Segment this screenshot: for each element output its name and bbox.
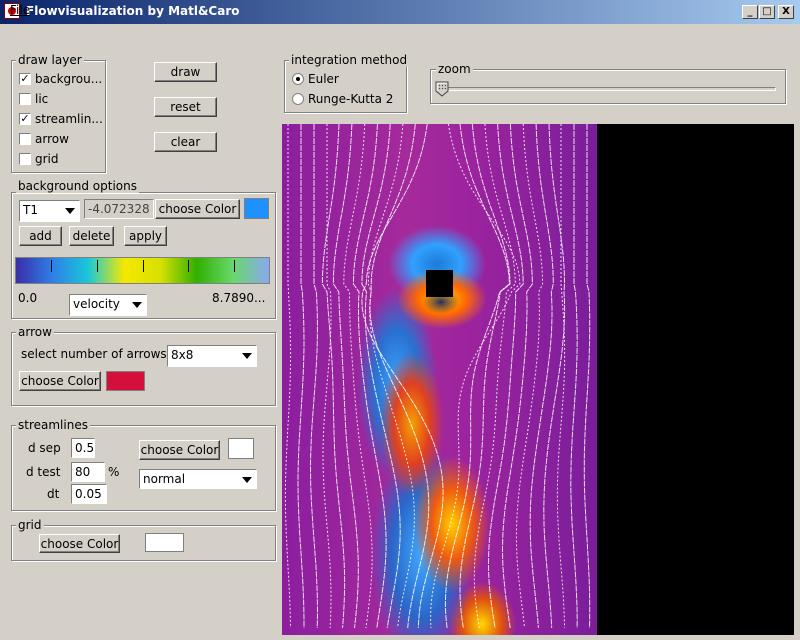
radio-euler[interactable] xyxy=(292,73,304,85)
colormap-marker[interactable] xyxy=(188,260,189,272)
colormap-marker[interactable] xyxy=(234,260,235,272)
reset-button[interactable]: reset xyxy=(154,97,217,117)
streamline xyxy=(367,124,415,629)
radio-runge-kutta[interactable] xyxy=(292,93,304,105)
grid-color-swatch[interactable] xyxy=(145,533,184,552)
dsep-input[interactable]: 0.5 xyxy=(71,438,95,458)
background-value-field[interactable]: -4.072328 xyxy=(84,199,154,219)
layer-checkbox-label: backgrou... xyxy=(35,72,103,86)
clear-button[interactable]: clear xyxy=(154,132,217,152)
streamline xyxy=(284,124,292,629)
dtest-label: d test xyxy=(26,465,61,479)
colormap-max-label: 8.7890... xyxy=(212,291,266,305)
background-variable-value: velocity xyxy=(73,297,120,311)
dsep-label: d sep xyxy=(28,441,61,455)
streamlines-color-swatch[interactable] xyxy=(228,438,254,459)
streamline xyxy=(529,124,554,629)
radio-euler-label: Euler xyxy=(308,72,339,86)
streamline xyxy=(570,124,578,629)
grid-choose-color-button[interactable]: choose Color xyxy=(39,534,120,553)
layer-checkbox-4[interactable] xyxy=(19,153,31,165)
arrow-choose-color-button[interactable]: choose Color xyxy=(19,371,101,391)
colormap-marker[interactable] xyxy=(143,260,144,272)
flow-visualization-canvas[interactable] xyxy=(282,124,597,635)
streamlines-title: streamlines xyxy=(16,418,90,432)
arrow-count-select[interactable]: 8x8 xyxy=(167,345,257,367)
dtest-percent-label: % xyxy=(108,465,120,479)
layer-checkbox-2[interactable]: ✓ xyxy=(19,113,31,125)
layer-checkbox-label: streamlin... xyxy=(35,112,103,126)
arrow-color-swatch[interactable] xyxy=(106,371,145,391)
arrow-count-label: select number of arrows xyxy=(21,347,167,361)
delete-button[interactable]: delete xyxy=(69,226,114,246)
colormap-marker[interactable] xyxy=(97,260,98,272)
streamlines-mode-value: normal xyxy=(143,472,186,486)
menu-bar xyxy=(0,24,800,44)
background-selector[interactable]: T1 xyxy=(19,200,80,222)
layer-checkbox-0[interactable]: ✓ xyxy=(19,73,31,85)
layer-checkbox-label: grid xyxy=(35,152,59,166)
streamline xyxy=(361,124,401,629)
zoom-slider-track[interactable] xyxy=(438,87,776,91)
colormap-bar[interactable] xyxy=(15,257,270,284)
menu-file[interactable]: File xyxy=(10,3,30,17)
integration-method-title: integration method xyxy=(289,53,410,67)
grid-title: grid xyxy=(16,518,44,532)
streamlines-mode-select[interactable]: normal xyxy=(139,469,257,489)
layer-checkbox-1[interactable] xyxy=(19,93,31,105)
background-color-swatch[interactable] xyxy=(244,198,269,219)
add-button[interactable]: add xyxy=(19,226,62,246)
background-variable-select[interactable]: velocity xyxy=(69,294,147,316)
chevron-down-icon xyxy=(65,208,75,214)
close-button[interactable]: X xyxy=(778,5,794,19)
colormap-min-label: 0.0 xyxy=(18,291,38,305)
maximize-button[interactable]: □ xyxy=(759,5,775,19)
streamline xyxy=(515,124,544,629)
draw-layer-title: draw layer xyxy=(16,53,84,67)
streamline xyxy=(501,124,533,629)
background-choose-color-button[interactable]: choose Color xyxy=(155,199,240,219)
background-options-title: background options xyxy=(16,179,139,193)
layer-checkbox-label: arrow xyxy=(35,132,69,146)
arrow-count-value: 8x8 xyxy=(171,348,194,362)
dtest-input[interactable]: 80 xyxy=(71,462,105,482)
radio-runge-kutta-label: Runge-Kutta 2 xyxy=(308,92,394,106)
colormap-marker[interactable] xyxy=(51,260,52,272)
streamline xyxy=(459,124,511,629)
streamline xyxy=(321,124,346,629)
zoom-slider-thumb[interactable] xyxy=(435,81,449,97)
streamline xyxy=(487,124,524,629)
streamlines-overlay xyxy=(284,124,591,629)
streamlines-choose-color-button[interactable]: choose Color xyxy=(139,440,220,460)
apply-button[interactable]: apply xyxy=(124,226,167,246)
chevron-down-icon xyxy=(242,477,252,483)
streamline xyxy=(583,124,591,629)
draw-button[interactable]: draw xyxy=(154,62,217,82)
streamline xyxy=(361,124,444,629)
empty-canvas-area xyxy=(597,124,794,635)
chevron-down-icon xyxy=(132,302,142,308)
minimize-button[interactable]: _ xyxy=(742,5,758,19)
zoom-title: zoom xyxy=(436,62,473,76)
dt-input[interactable]: 0.05 xyxy=(71,484,107,504)
window-title: Flowvisualization by Matl&Caro xyxy=(26,4,240,18)
obstacle xyxy=(426,270,453,297)
arrow-group xyxy=(11,332,276,406)
streamline xyxy=(297,124,305,628)
streamline xyxy=(309,124,319,629)
arrow-title: arrow xyxy=(16,325,54,339)
streamline xyxy=(332,124,359,629)
layer-checkbox-label: lic xyxy=(35,92,49,106)
layer-checkbox-3[interactable] xyxy=(19,133,31,145)
streamline xyxy=(322,124,332,629)
chevron-down-icon xyxy=(242,353,252,359)
background-selector-value: T1 xyxy=(23,203,38,217)
dt-label: dt xyxy=(47,487,60,501)
streamline xyxy=(444,124,510,629)
